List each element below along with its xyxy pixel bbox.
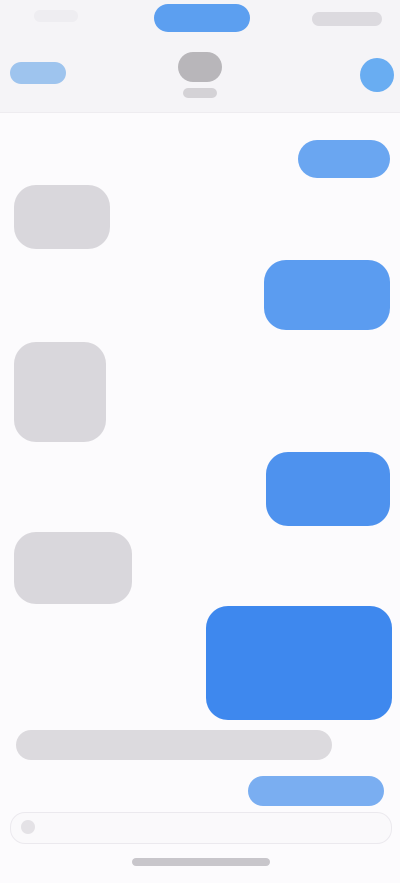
- back-button[interactable]: [10, 62, 66, 84]
- reply-preview[interactable]: [16, 730, 332, 760]
- status-time: [34, 10, 78, 22]
- send-button[interactable]: [248, 776, 384, 806]
- plus-icon[interactable]: [21, 820, 35, 834]
- message-input[interactable]: [10, 812, 392, 844]
- message-bubble-incoming[interactable]: [14, 532, 132, 604]
- message-bubble-outgoing[interactable]: [266, 452, 390, 526]
- video-camera-icon[interactable]: [360, 58, 394, 92]
- message-bubble-incoming[interactable]: [14, 342, 106, 442]
- message-bubble-outgoing[interactable]: [206, 606, 392, 720]
- messages-screen: [0, 0, 400, 883]
- message-bubble-outgoing[interactable]: [298, 140, 390, 178]
- home-indicator[interactable]: [132, 858, 270, 866]
- contact-avatar[interactable]: [178, 52, 222, 82]
- status-icons: [312, 12, 382, 26]
- contact-name[interactable]: [183, 88, 217, 98]
- active-call-indicator[interactable]: [154, 4, 250, 32]
- conversation-header: [0, 40, 400, 113]
- status-bar: [0, 0, 400, 40]
- message-bubble-incoming[interactable]: [14, 185, 110, 249]
- message-bubble-outgoing[interactable]: [264, 260, 390, 330]
